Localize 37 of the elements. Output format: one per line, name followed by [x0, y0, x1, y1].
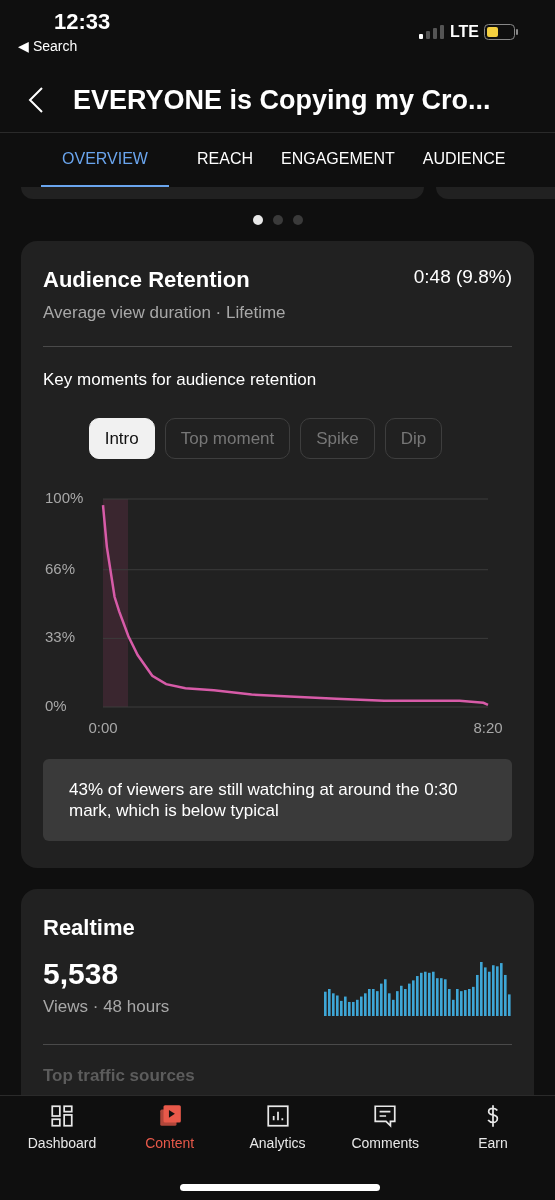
average-duration: 0:48 (9.8%): [413, 265, 512, 289]
card-title: Audience Retention: [43, 266, 250, 294]
views-period: Views · 48 hours: [43, 996, 170, 1018]
card-title: Realtime: [43, 914, 136, 942]
video-title: EVERYONE is Copying my Cro...: [73, 83, 491, 117]
card-subtitle: Average view duration · Lifetime: [43, 302, 287, 324]
y-axis-label: 66%: [45, 559, 76, 577]
battery-icon: [484, 24, 519, 40]
x-axis-label: 0:00: [88, 719, 118, 736]
back-icon[interactable]: [28, 86, 44, 114]
tab[interactable]: ENGAGEMENT: [281, 133, 395, 188]
back-to-search-link[interactable]: ◀ Search: [18, 36, 111, 56]
nav-item[interactable]: Comments: [337, 1103, 434, 1154]
key-moment-chip[interactable]: Top moment: [164, 418, 291, 459]
dashboard-icon: [49, 1103, 75, 1129]
nav-item[interactable]: Analytics: [229, 1103, 326, 1154]
nav-item[interactable]: Dashboard: [14, 1103, 110, 1154]
bar-chart-icon: [264, 1103, 291, 1129]
key-moment-chip[interactable]: Intro: [88, 418, 155, 459]
views-count: 5,538: [43, 956, 120, 992]
section-heading: Top traffic sources: [43, 1064, 196, 1087]
tab[interactable]: AUDIENCE: [422, 133, 506, 188]
nav-item[interactable]: Content: [121, 1103, 218, 1154]
key-moment-chip[interactable]: Dip: [384, 418, 443, 459]
clock-time: 12:33: [54, 8, 111, 36]
network-label: LTE: [449, 22, 479, 42]
signal-icon: [418, 25, 445, 39]
x-axis-label: 8:20: [473, 719, 503, 736]
nav-item[interactable]: Earn: [445, 1103, 541, 1154]
insight-box: 43% of viewers are still watching at around the 0:30 mark, which is below typical: [43, 759, 512, 841]
key-moment-chip[interactable]: Spike: [300, 418, 375, 459]
comment-icon: [372, 1103, 399, 1129]
y-axis-label: 0%: [45, 696, 67, 714]
y-axis-label: 33%: [45, 628, 76, 646]
y-axis-label: 100%: [45, 489, 84, 506]
section-label: Key moments for audience retention: [43, 368, 318, 391]
tab[interactable]: REACH: [197, 133, 253, 188]
